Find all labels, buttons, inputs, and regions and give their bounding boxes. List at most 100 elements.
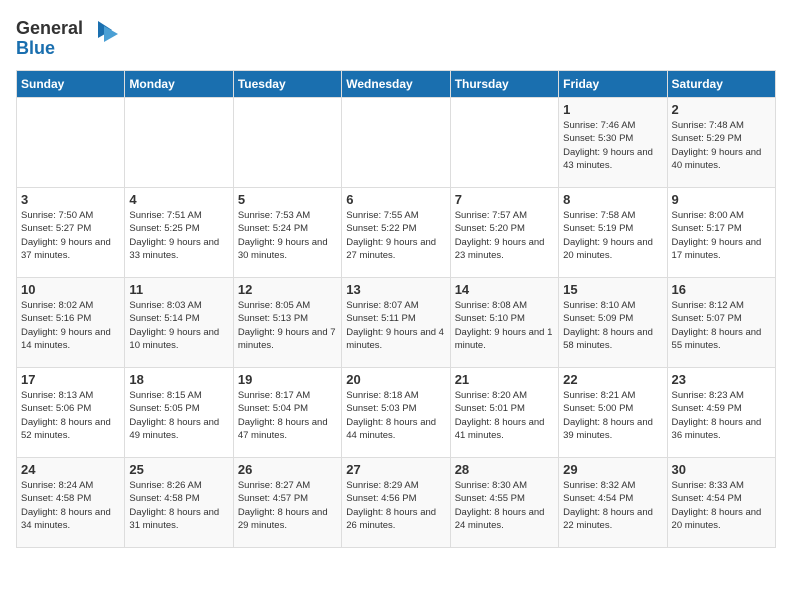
day-header-monday: Monday — [125, 71, 233, 98]
calendar-cell — [342, 98, 450, 188]
calendar-cell: 28 Sunrise: 8:30 AM Sunset: 4:55 PM Dayli… — [450, 458, 558, 548]
day-info: Sunrise: 8:27 AM Sunset: 4:57 PM Dayligh… — [238, 479, 337, 532]
day-number: 8 — [563, 192, 662, 207]
day-header-saturday: Saturday — [667, 71, 775, 98]
day-number: 19 — [238, 372, 337, 387]
day-number: 17 — [21, 372, 120, 387]
day-info: Sunrise: 8:10 AM Sunset: 5:09 PM Dayligh… — [563, 299, 662, 352]
day-info: Sunrise: 8:05 AM Sunset: 5:13 PM Dayligh… — [238, 299, 337, 352]
day-info: Sunrise: 7:53 AM Sunset: 5:24 PM Dayligh… — [238, 209, 337, 262]
day-number: 23 — [672, 372, 771, 387]
svg-text:General: General — [16, 18, 83, 38]
calendar-cell: 9 Sunrise: 8:00 AM Sunset: 5:17 PM Daylig… — [667, 188, 775, 278]
day-number: 27 — [346, 462, 445, 477]
day-number: 14 — [455, 282, 554, 297]
day-info: Sunrise: 7:50 AM Sunset: 5:27 PM Dayligh… — [21, 209, 120, 262]
calendar: SundayMondayTuesdayWednesdayThursdayFrid… — [16, 70, 776, 548]
day-info: Sunrise: 8:23 AM Sunset: 4:59 PM Dayligh… — [672, 389, 771, 442]
day-info: Sunrise: 8:12 AM Sunset: 5:07 PM Dayligh… — [672, 299, 771, 352]
day-info: Sunrise: 8:00 AM Sunset: 5:17 PM Dayligh… — [672, 209, 771, 262]
week-row-5: 24 Sunrise: 8:24 AM Sunset: 4:58 PM Dayli… — [17, 458, 776, 548]
calendar-cell: 16 Sunrise: 8:12 AM Sunset: 5:07 PM Dayli… — [667, 278, 775, 368]
calendar-cell: 7 Sunrise: 7:57 AM Sunset: 5:20 PM Daylig… — [450, 188, 558, 278]
day-number: 15 — [563, 282, 662, 297]
day-info: Sunrise: 8:18 AM Sunset: 5:03 PM Dayligh… — [346, 389, 445, 442]
logo-icon: GeneralBlue — [16, 16, 126, 58]
day-header-wednesday: Wednesday — [342, 71, 450, 98]
day-info: Sunrise: 8:32 AM Sunset: 4:54 PM Dayligh… — [563, 479, 662, 532]
day-number: 30 — [672, 462, 771, 477]
calendar-cell: 5 Sunrise: 7:53 AM Sunset: 5:24 PM Daylig… — [233, 188, 341, 278]
calendar-cell: 15 Sunrise: 8:10 AM Sunset: 5:09 PM Dayli… — [559, 278, 667, 368]
day-info: Sunrise: 8:29 AM Sunset: 4:56 PM Dayligh… — [346, 479, 445, 532]
day-number: 4 — [129, 192, 228, 207]
week-row-2: 3 Sunrise: 7:50 AM Sunset: 5:27 PM Daylig… — [17, 188, 776, 278]
svg-text:Blue: Blue — [16, 38, 55, 58]
day-info: Sunrise: 7:51 AM Sunset: 5:25 PM Dayligh… — [129, 209, 228, 262]
day-header-friday: Friday — [559, 71, 667, 98]
day-number: 28 — [455, 462, 554, 477]
day-number: 2 — [672, 102, 771, 117]
calendar-cell: 12Sunrise: 8:05 AM Sunset: 5:13 PM Dayli… — [233, 278, 341, 368]
day-info: Sunrise: 8:26 AM Sunset: 4:58 PM Dayligh… — [129, 479, 228, 532]
day-number: 20 — [346, 372, 445, 387]
calendar-cell: 24 Sunrise: 8:24 AM Sunset: 4:58 PM Dayli… — [17, 458, 125, 548]
day-info: Sunrise: 8:08 AM Sunset: 5:10 PM Dayligh… — [455, 299, 554, 352]
calendar-cell: 19Sunrise: 8:17 AM Sunset: 5:04 PM Dayli… — [233, 368, 341, 458]
calendar-cell: 13 Sunrise: 8:07 AM Sunset: 5:11 PM Dayli… — [342, 278, 450, 368]
day-info: Sunrise: 7:55 AM Sunset: 5:22 PM Dayligh… — [346, 209, 445, 262]
calendar-cell: 11Sunrise: 8:03 AM Sunset: 5:14 PM Dayli… — [125, 278, 233, 368]
day-number: 24 — [21, 462, 120, 477]
calendar-cell: 26 Sunrise: 8:27 AM Sunset: 4:57 PM Dayli… — [233, 458, 341, 548]
day-number: 29 — [563, 462, 662, 477]
day-number: 10 — [21, 282, 120, 297]
week-row-1: 1 Sunrise: 7:46 AM Sunset: 5:30 PM Daylig… — [17, 98, 776, 188]
day-number: 7 — [455, 192, 554, 207]
day-number: 6 — [346, 192, 445, 207]
calendar-cell: 10 Sunrise: 8:02 AM Sunset: 5:16 PM Dayli… — [17, 278, 125, 368]
day-number: 3 — [21, 192, 120, 207]
day-number: 9 — [672, 192, 771, 207]
day-number: 22 — [563, 372, 662, 387]
day-number: 18 — [129, 372, 228, 387]
calendar-cell — [233, 98, 341, 188]
calendar-cell: 17 Sunrise: 8:13 AM Sunset: 5:06 PM Dayli… — [17, 368, 125, 458]
day-number: 25 — [129, 462, 228, 477]
calendar-cell: 25 Sunrise: 8:26 AM Sunset: 4:58 PM Dayli… — [125, 458, 233, 548]
week-row-4: 17 Sunrise: 8:13 AM Sunset: 5:06 PM Dayli… — [17, 368, 776, 458]
day-info: Sunrise: 8:21 AM Sunset: 5:00 PM Dayligh… — [563, 389, 662, 442]
day-number: 1 — [563, 102, 662, 117]
calendar-cell: 29 Sunrise: 8:32 AM Sunset: 4:54 PM Dayli… — [559, 458, 667, 548]
calendar-cell: 27 Sunrise: 8:29 AM Sunset: 4:56 PM Dayli… — [342, 458, 450, 548]
calendar-cell: 21 Sunrise: 8:20 AM Sunset: 5:01 PM Dayli… — [450, 368, 558, 458]
day-info: Sunrise: 8:24 AM Sunset: 4:58 PM Dayligh… — [21, 479, 120, 532]
day-info: Sunrise: 8:20 AM Sunset: 5:01 PM Dayligh… — [455, 389, 554, 442]
calendar-cell — [17, 98, 125, 188]
day-info: Sunrise: 8:13 AM Sunset: 5:06 PM Dayligh… — [21, 389, 120, 442]
calendar-cell: 4 Sunrise: 7:51 AM Sunset: 5:25 PM Daylig… — [125, 188, 233, 278]
calendar-cell: 23 Sunrise: 8:23 AM Sunset: 4:59 PM Dayli… — [667, 368, 775, 458]
day-number: 13 — [346, 282, 445, 297]
calendar-cell — [125, 98, 233, 188]
day-header-thursday: Thursday — [450, 71, 558, 98]
logo: GeneralBlue — [16, 16, 126, 58]
day-info: Sunrise: 8:15 AM Sunset: 5:05 PM Dayligh… — [129, 389, 228, 442]
day-info: Sunrise: 7:46 AM Sunset: 5:30 PM Dayligh… — [563, 119, 662, 172]
day-number: 16 — [672, 282, 771, 297]
calendar-cell: 14 Sunrise: 8:08 AM Sunset: 5:10 PM Dayli… — [450, 278, 558, 368]
day-number: 21 — [455, 372, 554, 387]
day-header-sunday: Sunday — [17, 71, 125, 98]
day-info: Sunrise: 8:02 AM Sunset: 5:16 PM Dayligh… — [21, 299, 120, 352]
day-info: Sunrise: 7:48 AM Sunset: 5:29 PM Dayligh… — [672, 119, 771, 172]
calendar-cell: 20 Sunrise: 8:18 AM Sunset: 5:03 PM Dayli… — [342, 368, 450, 458]
day-info: Sunrise: 8:33 AM Sunset: 4:54 PM Dayligh… — [672, 479, 771, 532]
day-header-tuesday: Tuesday — [233, 71, 341, 98]
day-info: Sunrise: 7:57 AM Sunset: 5:20 PM Dayligh… — [455, 209, 554, 262]
day-number: 5 — [238, 192, 337, 207]
calendar-cell — [450, 98, 558, 188]
day-info: Sunrise: 8:07 AM Sunset: 5:11 PM Dayligh… — [346, 299, 445, 352]
day-info: Sunrise: 8:30 AM Sunset: 4:55 PM Dayligh… — [455, 479, 554, 532]
calendar-cell: 6 Sunrise: 7:55 AM Sunset: 5:22 PM Daylig… — [342, 188, 450, 278]
calendar-cell: 8Sunrise: 7:58 AM Sunset: 5:19 PM Daylig… — [559, 188, 667, 278]
day-number: 26 — [238, 462, 337, 477]
